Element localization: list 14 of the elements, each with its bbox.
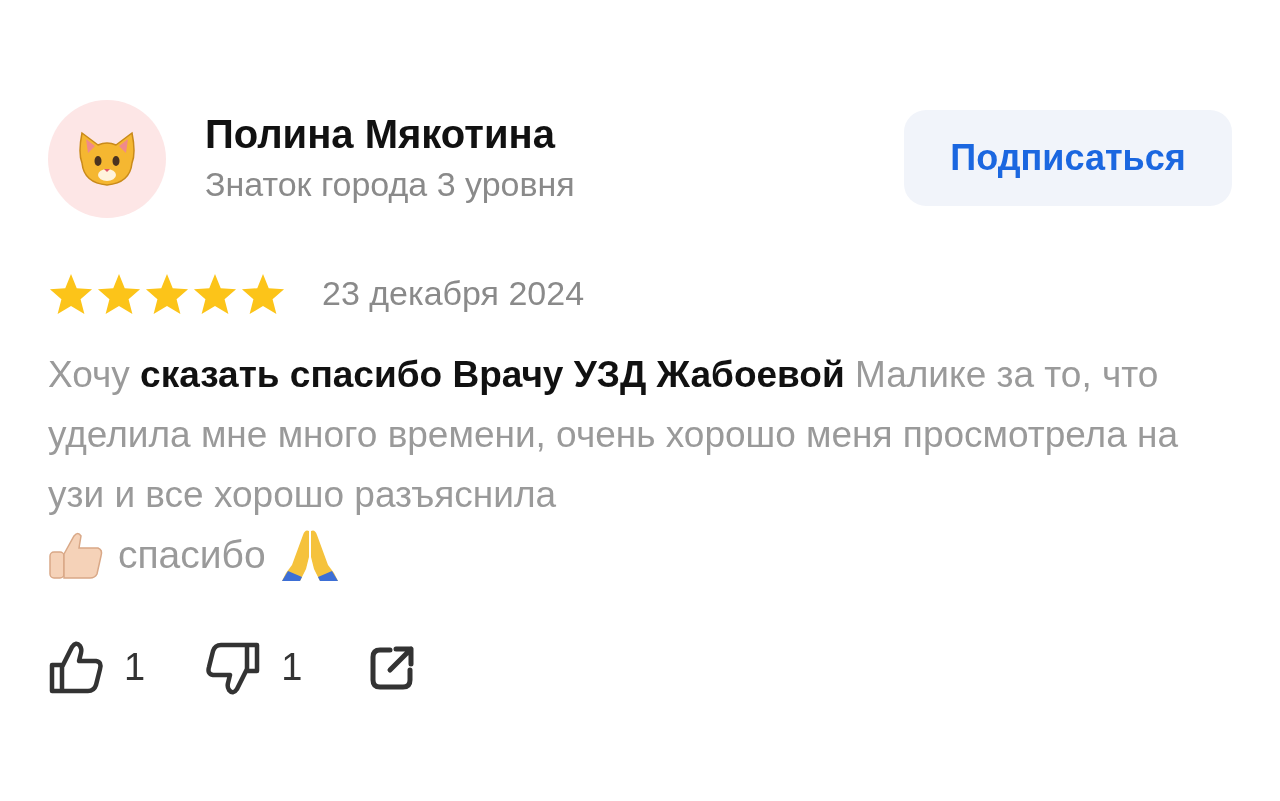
like-button[interactable]: 1	[48, 639, 146, 696]
author-level: Знаток города 3 уровня	[205, 164, 575, 205]
thumbs-up-icon	[48, 640, 104, 695]
share-icon	[368, 643, 417, 692]
review-date: 23 декабря 2024	[322, 273, 585, 314]
subscribe-button[interactable]: Подписаться	[904, 110, 1232, 206]
share-button[interactable]	[368, 643, 417, 692]
review-closing-text: спасибо	[118, 531, 266, 578]
author-name: Полина Мякотина	[205, 111, 557, 158]
review-text: Хочу сказать спасибо Врачу УЗД Жабоевой Малике за то, что уделила мне много времени, очень хорошо меня просмотрела на узи и все хорошо разъяснила	[48, 353, 1180, 517]
cat-face-icon	[78, 131, 136, 187]
thumbs-down-icon	[205, 640, 262, 695]
thumbs-up-icon	[48, 530, 104, 580]
dislike-button[interactable]: 1	[205, 639, 303, 696]
